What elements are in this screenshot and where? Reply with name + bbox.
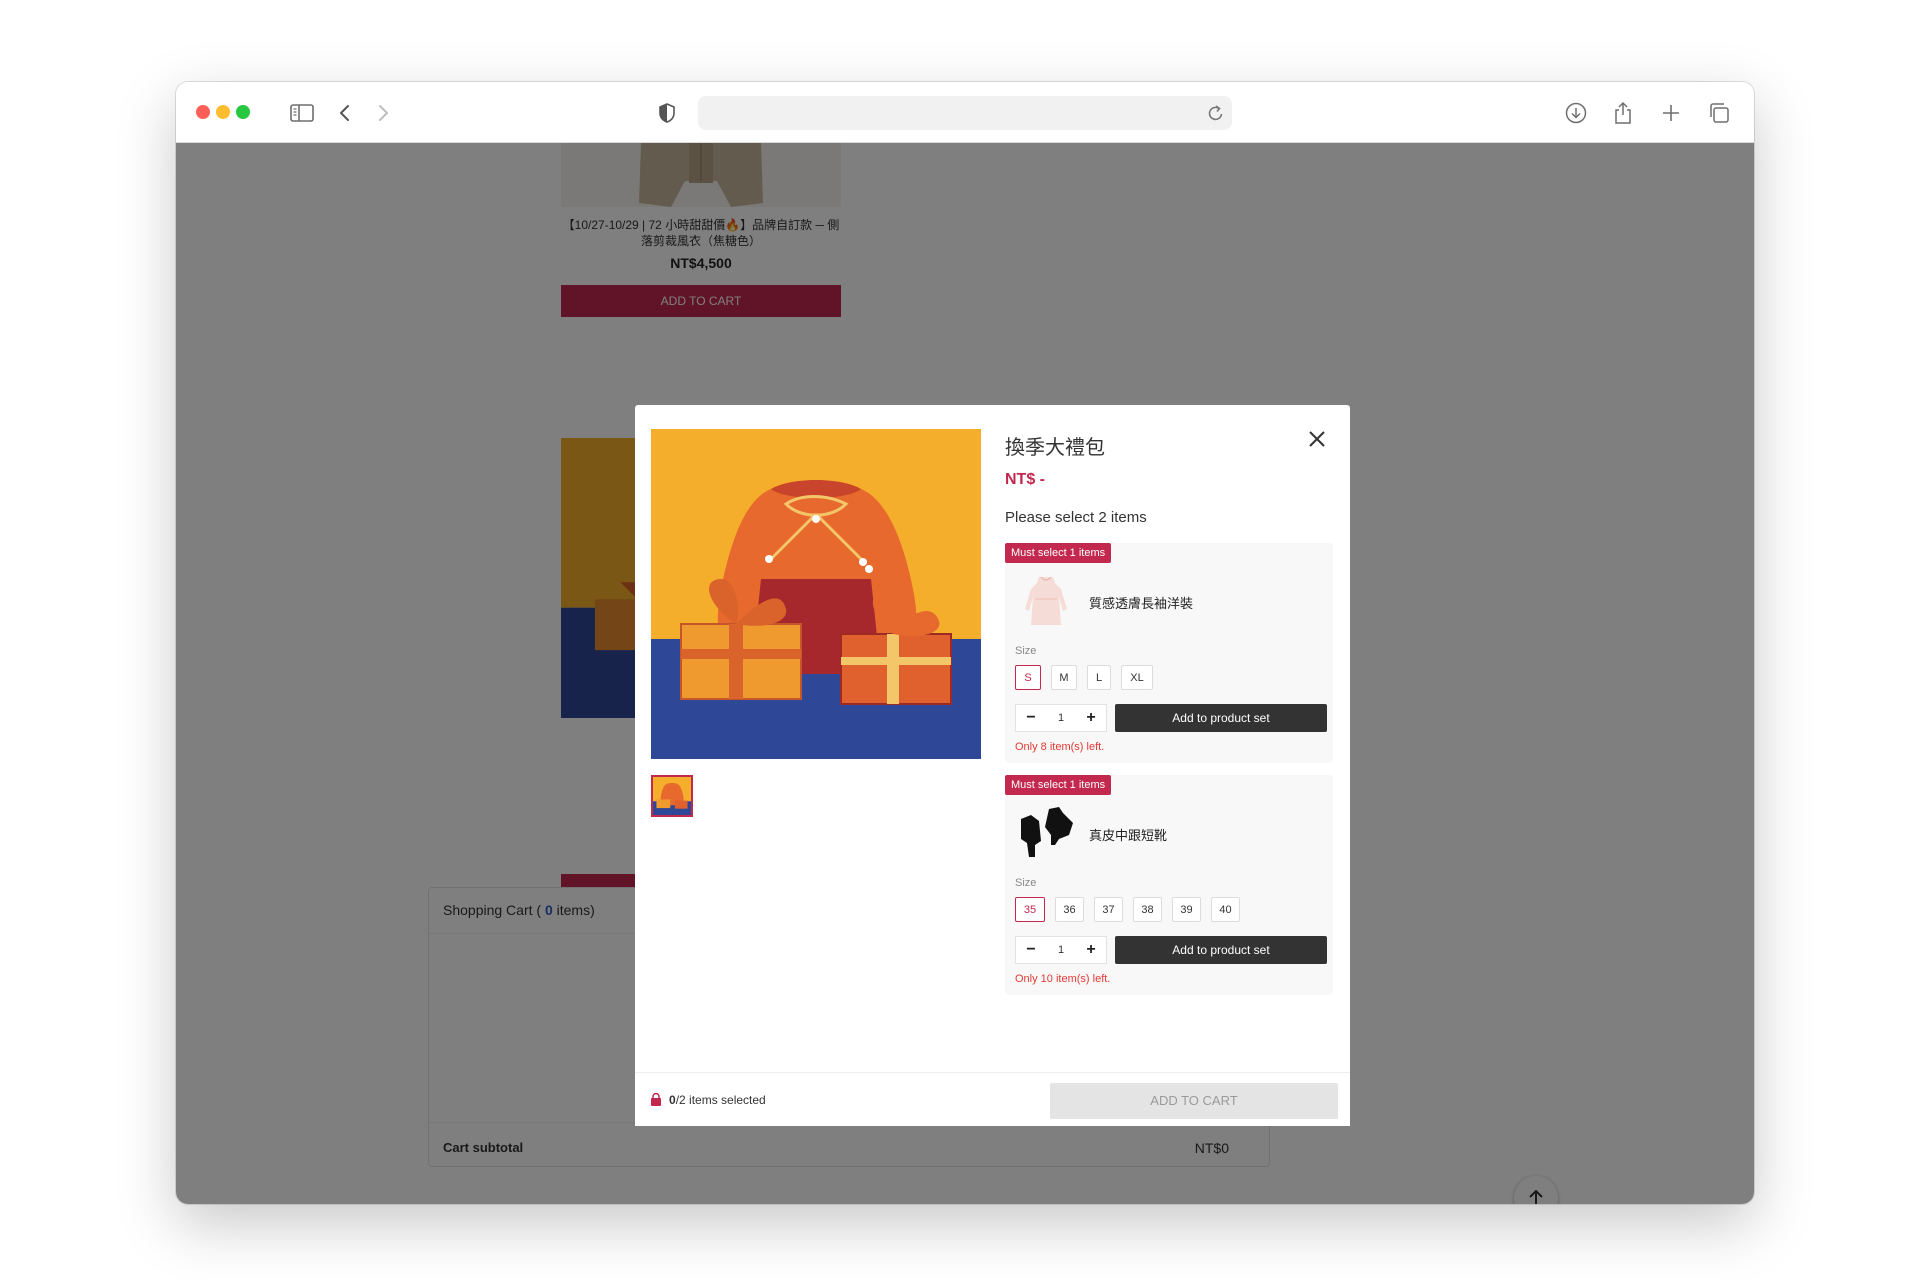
back-icon[interactable] <box>331 99 359 127</box>
must-select-badge: Must select 1 items <box>1005 775 1112 795</box>
bundle-main-image <box>651 429 981 759</box>
size-option-40[interactable]: 40 <box>1211 897 1240 922</box>
size-option-38[interactable]: 38 <box>1133 897 1162 922</box>
close-icon[interactable] <box>1305 427 1329 451</box>
shield-icon[interactable] <box>653 99 681 127</box>
tabs-icon[interactable] <box>1705 99 1733 127</box>
modal-title: 換季大禮包 <box>1005 437 1105 459</box>
selected-items-count: 0 /2 items selected <box>649 1093 766 1107</box>
quantity-stepper: − 1 + <box>1015 936 1107 964</box>
browser-toolbar <box>176 82 1754 143</box>
modal-price: NT$ - <box>1005 471 1045 488</box>
quantity-stepper: − 1 + <box>1015 704 1107 732</box>
selected-count-value: 0 <box>669 1093 676 1107</box>
new-tab-icon[interactable] <box>1657 99 1685 127</box>
size-options: S M L XL <box>1015 665 1163 690</box>
modal-add-to-cart-button[interactable]: ADD TO CART <box>1050 1083 1338 1119</box>
size-option-l[interactable]: L <box>1087 665 1111 690</box>
quantity-value[interactable]: 1 <box>1046 712 1076 724</box>
size-option-36[interactable]: 36 <box>1055 897 1084 922</box>
group-product-name: 真皮中跟短靴 <box>1089 828 1168 843</box>
add-to-product-set-button[interactable]: Add to product set <box>1115 704 1327 732</box>
size-option-m[interactable]: M <box>1051 665 1077 690</box>
size-label: Size <box>1015 877 1037 889</box>
forward-icon[interactable] <box>369 99 397 127</box>
size-option-39[interactable]: 39 <box>1172 897 1201 922</box>
size-option-35[interactable]: 35 <box>1015 897 1045 922</box>
plus-icon[interactable]: + <box>1076 705 1106 731</box>
group-product-name: 質感透膚長袖洋裝 <box>1089 596 1194 611</box>
modal-footer: 0 /2 items selected ADD TO CART <box>635 1072 1350 1126</box>
modal-subtitle: Please select 2 items <box>1005 509 1147 526</box>
bundle-group: Must select 1 items 質感透膚長袖洋裝 Size S M L … <box>1005 543 1333 763</box>
must-select-badge: Must select 1 items <box>1005 543 1112 563</box>
size-options: 35 36 37 38 39 40 <box>1015 897 1250 922</box>
address-bar[interactable] <box>698 96 1232 130</box>
add-to-product-set-button[interactable]: Add to product set <box>1115 936 1327 964</box>
sidebar-icon[interactable] <box>288 99 316 127</box>
bundle-thumbnail[interactable] <box>651 775 693 817</box>
share-icon[interactable] <box>1609 99 1637 127</box>
size-label: Size <box>1015 645 1037 657</box>
reload-icon[interactable] <box>1206 102 1226 129</box>
stock-warning: Only 10 item(s) left. <box>1015 973 1111 985</box>
page-content: 【10/27-10/29 | 72 小時甜甜價🔥】品牌自訂款 ─ 側落剪裁風衣（… <box>176 143 1754 1204</box>
minus-icon[interactable]: − <box>1016 937 1046 963</box>
download-icon[interactable] <box>1562 99 1590 127</box>
shopping-bag-icon <box>651 1093 661 1106</box>
minimize-window-button[interactable] <box>216 105 230 119</box>
plus-icon[interactable]: + <box>1076 937 1106 963</box>
stock-warning: Only 8 item(s) left. <box>1015 741 1105 753</box>
boots-product-image <box>1015 801 1077 863</box>
dress-product-image <box>1015 569 1077 631</box>
bundle-group: Must select 1 items 真皮中跟短靴 Size 35 36 37… <box>1005 775 1333 995</box>
size-option-37[interactable]: 37 <box>1094 897 1123 922</box>
bundle-modal: 換季大禮包 NT$ - Please select 2 items Must s… <box>635 405 1350 1126</box>
quantity-value[interactable]: 1 <box>1046 944 1076 956</box>
size-option-s[interactable]: S <box>1015 665 1041 690</box>
minus-icon[interactable]: − <box>1016 705 1046 731</box>
size-option-xl[interactable]: XL <box>1121 665 1153 690</box>
zoom-window-button[interactable] <box>236 105 250 119</box>
browser-window: 【10/27-10/29 | 72 小時甜甜價🔥】品牌自訂款 ─ 側落剪裁風衣（… <box>176 82 1754 1204</box>
close-window-button[interactable] <box>196 105 210 119</box>
selected-count-suffix: /2 items selected <box>675 1093 766 1107</box>
